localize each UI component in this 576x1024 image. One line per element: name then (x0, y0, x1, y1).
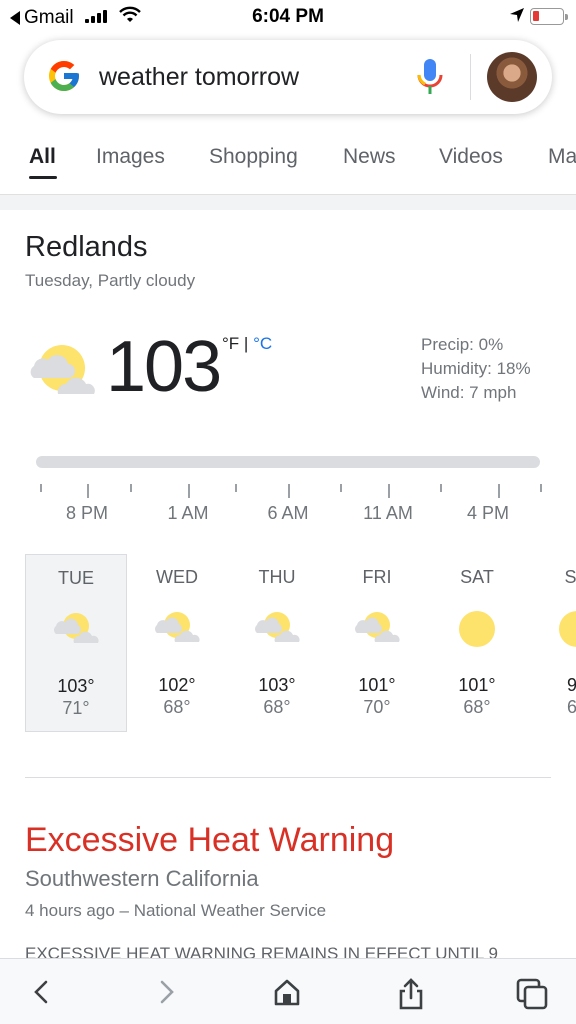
partly-cloudy-icon (253, 609, 301, 650)
forecast-day[interactable]: TUE 103° 71° (25, 554, 127, 732)
account-avatar[interactable] (487, 52, 537, 102)
weather-details: Precip: 0% Humidity: 18% Wind: 7 mph (421, 333, 531, 405)
wind: Wind: 7 mph (421, 383, 517, 402)
forecast-day[interactable]: SAT 101° 68° (426, 554, 528, 732)
hour-tick (498, 484, 500, 498)
hour-tick (235, 484, 237, 492)
alert-title[interactable]: Excessive Heat Warning (25, 821, 394, 860)
hour-label: 6 AM (267, 503, 309, 523)
partly-cloudy-icon (153, 609, 201, 650)
microphone-icon[interactable] (416, 57, 444, 97)
sunny-icon (457, 609, 497, 654)
forecast-day-name: WED (156, 567, 198, 587)
forecast-high: 103° (258, 675, 296, 695)
daily-forecast: TUE 103° 71° WED 102° 68° THU 103° 68° FRI 101° 70°… (0, 554, 576, 734)
forecast-high: 101° (458, 675, 496, 695)
google-logo-icon[interactable] (46, 57, 82, 95)
status-bar: Gmail 6:04 PM (0, 0, 576, 34)
clock: 6:04 PM (252, 6, 324, 27)
forecast-day[interactable]: WED 102° 68° (126, 554, 228, 732)
forecast-day-name: TUE (58, 568, 94, 588)
active-tab-indicator (29, 176, 57, 179)
alert-body-text: EXCESSIVE HEAT WARNING REMAINS IN EFFECT… (25, 944, 498, 958)
alert-region: Southwestern California (25, 866, 259, 891)
section-separator (0, 194, 576, 210)
hour-tick (87, 484, 89, 498)
divider (25, 777, 551, 778)
hour-label: 4 PM (466, 503, 510, 523)
hour-label: 8 PM (65, 503, 109, 523)
hour-tick (388, 484, 390, 498)
precipitation: Precip: 0% (421, 335, 504, 354)
forecast-day[interactable]: THU 103° 68° (226, 554, 328, 732)
tab-images[interactable]: Images (96, 145, 165, 169)
tab-videos[interactable]: Videos (439, 145, 503, 169)
tab-shopping[interactable]: Shopping (209, 145, 298, 169)
forecast-day-name: SU (564, 567, 576, 587)
forecast-high: 103° (57, 676, 95, 696)
forecast-day-name: SAT (460, 567, 494, 587)
forecast-low: 71° (62, 698, 90, 718)
forecast-day[interactable]: SU 9964 (526, 554, 576, 732)
unit-toggle: °F | °C (222, 334, 272, 354)
share-icon[interactable] (396, 977, 426, 1011)
forecast-day-name: FRI (362, 567, 392, 587)
forecast-high: 99 (566, 675, 576, 695)
hour-tick (440, 484, 442, 492)
back-icon[interactable] (30, 977, 54, 1007)
search-box[interactable]: weather tomorrow (24, 40, 552, 114)
forecast-day-name: THU (258, 567, 296, 587)
hour-tick (40, 484, 42, 492)
forecast-low: 70° (363, 697, 391, 717)
current-temperature: 103 (106, 327, 222, 407)
unit-fahrenheit[interactable]: °F (222, 334, 239, 353)
tab-news[interactable]: News (343, 145, 396, 169)
divider (470, 54, 471, 100)
partly-cloudy-icon (52, 610, 100, 651)
sunny-icon (557, 609, 576, 654)
tabs-switcher-icon[interactable] (515, 977, 549, 1011)
search-tabs: All Images Shopping News Videos Ma (0, 128, 576, 194)
search-query-input[interactable]: weather tomorrow (99, 63, 299, 92)
home-icon[interactable] (272, 977, 302, 1007)
browser-toolbar (0, 958, 576, 1024)
forecast-low: 64 (566, 697, 576, 717)
hour-tick (540, 484, 542, 492)
forecast-day[interactable]: FRI 101° 70° (326, 554, 428, 732)
unit-celsius[interactable]: °C (253, 334, 272, 353)
tab-all[interactable]: All (29, 145, 56, 169)
hour-label: 11 AM (363, 503, 413, 523)
location-arrow-icon (510, 8, 524, 22)
battery-icon (530, 8, 568, 25)
partly-cloudy-icon (30, 345, 95, 394)
hourly-ticks (0, 480, 576, 500)
forecast-high: 102° (158, 675, 196, 695)
forward-icon[interactable] (154, 977, 178, 1007)
partly-cloudy-icon (353, 609, 401, 650)
humidity: Humidity: 18% (421, 359, 531, 378)
unit-separator: | (243, 334, 249, 353)
weather-condition: Tuesday, Partly cloudy (25, 271, 196, 290)
hour-tick (188, 484, 190, 498)
tab-maps[interactable]: Ma (548, 145, 576, 169)
forecast-low: 68° (463, 697, 491, 717)
forecast-low: 68° (263, 697, 291, 717)
hour-tick (130, 484, 132, 492)
forecast-high: 101° (358, 675, 396, 695)
weather-location[interactable]: Redlands (25, 231, 148, 264)
hour-tick (288, 484, 290, 498)
hour-label: 1 AM (167, 503, 209, 523)
alert-source: 4 hours ago – National Weather Service (25, 901, 327, 920)
hour-tick (340, 484, 342, 492)
forecast-low: 68° (163, 697, 191, 717)
hourly-scroll-bar[interactable] (36, 456, 540, 468)
